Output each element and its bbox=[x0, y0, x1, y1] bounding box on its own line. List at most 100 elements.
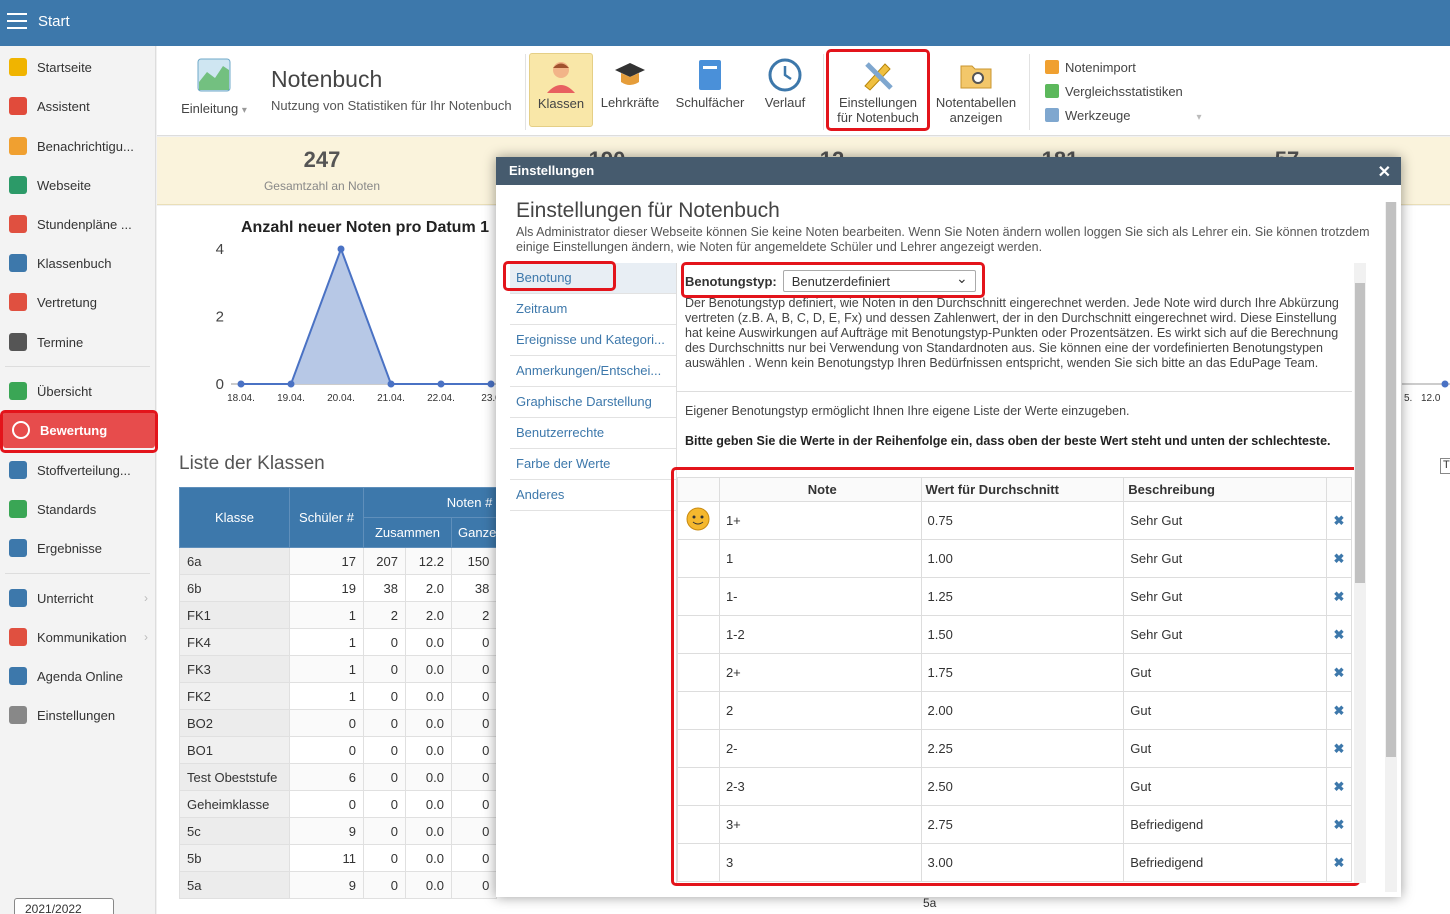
calendar-icon bbox=[9, 333, 27, 351]
notentabellen-button[interactable]: Notentabellen anzeigen bbox=[933, 58, 1019, 125]
dialog-scrollbar[interactable] bbox=[1385, 202, 1397, 892]
y-tick-label: 2 bbox=[216, 309, 224, 326]
chevron-right-icon: › bbox=[144, 591, 148, 605]
sidebar-item-label: Startseite bbox=[37, 59, 92, 75]
col-schueler[interactable]: Schüler # bbox=[289, 487, 364, 548]
sidebar-item-3[interactable]: Benachrichtigu... bbox=[0, 128, 156, 164]
data-point[interactable] bbox=[1441, 380, 1449, 388]
table-row[interactable]: 6a 17 207 12.2 150 bbox=[179, 547, 498, 575]
table-row[interactable]: FK4 1 0 0.0 0 bbox=[179, 628, 498, 656]
table-row[interactable]: 5b 11 0 0.0 0 bbox=[179, 844, 498, 872]
verlauf-button[interactable]: Verlauf bbox=[757, 58, 813, 110]
cell-g: 0 bbox=[450, 709, 498, 737]
einleitung-button[interactable]: Einleitung ▾ bbox=[179, 58, 249, 118]
students-icon bbox=[547, 62, 575, 93]
data-point[interactable] bbox=[437, 380, 445, 388]
cell-z: 207 bbox=[363, 547, 406, 575]
cell-z: 0 bbox=[363, 736, 406, 764]
schulfaecher-button[interactable]: Schulfächer bbox=[672, 58, 748, 110]
table-row[interactable]: BO2 0 0 0.0 0 bbox=[179, 709, 498, 737]
notenimport-item[interactable]: Notenimport bbox=[1045, 56, 1202, 80]
sidebar-item-label: Stundenpläne ... bbox=[37, 216, 132, 232]
cell-z: 0 bbox=[363, 871, 406, 899]
table-row[interactable]: 5c 9 0 0.0 0 bbox=[179, 817, 498, 845]
sidebar-item-4[interactable]: Webseite bbox=[0, 167, 156, 203]
cell-z: 2 bbox=[363, 601, 406, 629]
col-zusammen[interactable]: Zusammen bbox=[363, 517, 452, 548]
lehrkraefte-button[interactable]: Lehrkräfte bbox=[597, 58, 663, 110]
cell-a: 0.0 bbox=[404, 709, 453, 737]
data-point[interactable] bbox=[487, 380, 495, 388]
cell-a: 0.0 bbox=[404, 628, 453, 656]
sidebar-item-13[interactable]: Ergebnisse bbox=[0, 530, 156, 566]
school-year-select[interactable]: 2021/2022 bbox=[14, 898, 114, 914]
sidebar-item-11[interactable]: Stoffverteilung... bbox=[0, 452, 156, 488]
table-row[interactable]: Test Obeststufe 6 0 0.0 0 bbox=[179, 763, 498, 791]
sidebar-item-14[interactable]: Unterricht › bbox=[0, 580, 156, 616]
sidebar-item-16[interactable]: Agenda Online bbox=[0, 658, 156, 694]
data-point[interactable] bbox=[287, 380, 295, 388]
sidebar-item-8[interactable]: Termine bbox=[0, 324, 156, 360]
cell-k: BO1 bbox=[179, 736, 290, 764]
sidebar-item-label: Benachrichtigu... bbox=[37, 138, 134, 154]
data-point[interactable] bbox=[337, 245, 345, 253]
cell-a: 0.0 bbox=[404, 763, 453, 791]
table-row[interactable]: 6b 19 38 2.0 38 bbox=[179, 574, 498, 602]
sidebar-item-6[interactable]: Klassenbuch bbox=[0, 245, 156, 281]
clock-icon bbox=[768, 58, 802, 92]
sidebar-item-7[interactable]: Vertretung bbox=[0, 284, 156, 320]
tab-4[interactable]: Anmerkungen/Entschei... bbox=[510, 356, 676, 387]
highlight-grades-table bbox=[671, 467, 1360, 886]
notentab-label-2: anzeigen bbox=[949, 110, 1003, 125]
cell-k: Test Obeststufe bbox=[179, 763, 290, 791]
klassen-button[interactable]: Klassen bbox=[529, 53, 593, 127]
pane-scrollbar[interactable] bbox=[1354, 263, 1366, 883]
sidebar-item-15[interactable]: Kommunikation › bbox=[0, 619, 156, 655]
settings-tabs: Benotung Zeitraum Ereignisse und Kategori.… bbox=[510, 263, 676, 511]
table-row[interactable]: Geheimklasse 0 0 0.0 0 bbox=[179, 790, 498, 818]
data-point[interactable] bbox=[237, 380, 245, 388]
chat-icon bbox=[9, 628, 27, 646]
sidebar-item-12[interactable]: Standards bbox=[0, 491, 156, 527]
cell-a: 0.0 bbox=[404, 844, 453, 872]
tab-7[interactable]: Farbe der Werte bbox=[510, 449, 676, 480]
dialog-header-label: Einstellungen bbox=[509, 163, 595, 178]
cell-k: FK3 bbox=[179, 655, 290, 683]
col-ganze[interactable]: Ganze bbox=[450, 517, 498, 548]
cell-a: 0.0 bbox=[404, 682, 453, 710]
table-row[interactable]: BO1 0 0 0.0 0 bbox=[179, 736, 498, 764]
table-row[interactable]: FK2 1 0 0.0 0 bbox=[179, 682, 498, 710]
cell-k: 6a bbox=[179, 547, 290, 575]
tab-2[interactable]: Zeitraum bbox=[510, 294, 676, 325]
tab-6[interactable]: Benutzerrechte bbox=[510, 418, 676, 449]
right-toggle-button[interactable]: T bbox=[1440, 458, 1450, 474]
x-tick-label: 22.04. bbox=[427, 393, 455, 404]
tab-8[interactable]: Anderes bbox=[510, 480, 676, 511]
top-title[interactable]: Start bbox=[38, 13, 70, 30]
sidebar-item-9[interactable]: Übersicht bbox=[0, 373, 156, 409]
cell-g: 0 bbox=[450, 790, 498, 818]
highlight-benotungstyp bbox=[681, 262, 985, 298]
data-point[interactable] bbox=[387, 380, 395, 388]
table-row[interactable]: FK1 1 2 2.0 2 bbox=[179, 601, 498, 629]
sidebar-item-5[interactable]: Stundenpläne ... bbox=[0, 206, 156, 242]
y-tick-label: 0 bbox=[216, 376, 224, 393]
table-row[interactable]: 5a 9 0 0.0 0 bbox=[179, 871, 498, 899]
cell-a: 12.2 bbox=[404, 547, 453, 575]
tab-5[interactable]: Graphische Darstellung bbox=[510, 387, 676, 418]
vergleich-item[interactable]: Vergleichsstatistiken bbox=[1045, 80, 1202, 104]
table-row[interactable]: FK3 1 0 0.0 0 bbox=[179, 655, 498, 683]
sidebar-item-17[interactable]: Einstellungen bbox=[0, 697, 156, 733]
dialog-description: Als Administrator dieser Webseite können… bbox=[516, 225, 1370, 254]
col-klasse[interactable]: Klasse bbox=[179, 487, 290, 548]
sidebar-item-1[interactable]: Startseite bbox=[0, 49, 156, 85]
sidebar-item-2[interactable]: Assistent bbox=[0, 88, 156, 124]
plan-icon bbox=[9, 461, 27, 479]
tab-3[interactable]: Ereignisse und Kategori... bbox=[510, 325, 676, 356]
menu-icon[interactable] bbox=[7, 13, 27, 29]
sidebar-item-label: Agenda Online bbox=[37, 668, 124, 684]
ribbon-title: Notenbuch bbox=[271, 66, 383, 92]
cell-z: 0 bbox=[363, 763, 406, 791]
werkzeuge-item[interactable]: Werkzeuge ▾ bbox=[1045, 104, 1202, 130]
close-icon[interactable]: ✕ bbox=[1378, 162, 1391, 182]
